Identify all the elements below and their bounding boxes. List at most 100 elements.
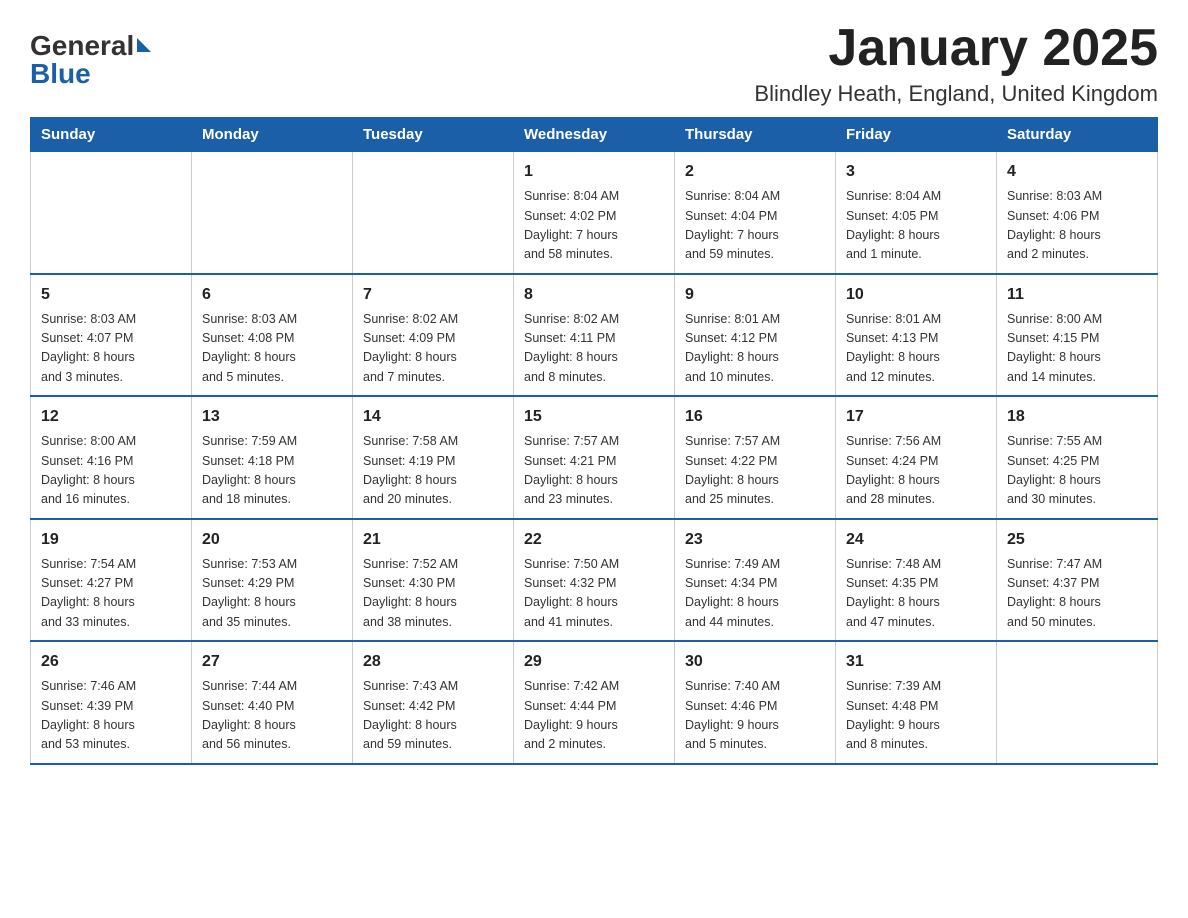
calendar-day-cell — [353, 152, 514, 274]
calendar-day-cell: 29Sunrise: 7:42 AM Sunset: 4:44 PM Dayli… — [514, 641, 675, 764]
calendar-day-header: Monday — [192, 118, 353, 152]
day-number: 24 — [846, 528, 986, 552]
day-number: 6 — [202, 283, 342, 307]
calendar-day-header: Tuesday — [353, 118, 514, 152]
calendar-day-cell: 7Sunrise: 8:02 AM Sunset: 4:09 PM Daylig… — [353, 274, 514, 397]
day-sun-info: Sunrise: 8:00 AM Sunset: 4:16 PM Dayligh… — [41, 432, 181, 510]
day-number: 14 — [363, 405, 503, 429]
day-number: 12 — [41, 405, 181, 429]
calendar-day-cell: 26 Sunrise: 7:46 AM Sunset: 4:39 PM Dayli… — [31, 641, 192, 764]
calendar-day-cell: 14 Sunrise: 7:58 AM Sunset: 4:19 PM Dayli… — [353, 396, 514, 519]
day-sun-info: Sunrise: 7:46 AM Sunset: 4:39 PM Dayligh… — [41, 677, 181, 755]
day-number: 18 — [1007, 405, 1147, 429]
calendar-day-cell: 20 Sunrise: 7:53 AM Sunset: 4:29 PM Dayli… — [192, 519, 353, 642]
calendar-day-cell — [192, 152, 353, 274]
logo-blue-text: Blue — [30, 58, 91, 90]
day-sun-info: Sunrise: 7:57 AM Sunset: 4:22 PM Dayligh… — [685, 432, 825, 510]
calendar-day-cell: 25Sunrise: 7:47 AM Sunset: 4:37 PM Dayli… — [997, 519, 1158, 642]
day-number: 19 — [41, 528, 181, 552]
calendar-day-cell — [31, 152, 192, 274]
day-sun-info: Sunrise: 8:03 AM Sunset: 4:07 PM Dayligh… — [41, 310, 181, 388]
calendar-day-cell: 23Sunrise: 7:49 AM Sunset: 4:34 PM Dayli… — [675, 519, 836, 642]
day-sun-info: Sunrise: 7:47 AM Sunset: 4:37 PM Dayligh… — [1007, 555, 1147, 633]
logo-line2: Blue — [30, 58, 91, 90]
day-sun-info: Sunrise: 8:04 AM Sunset: 4:05 PM Dayligh… — [846, 187, 986, 265]
day-number: 8 — [524, 283, 664, 307]
day-sun-info: Sunrise: 7:43 AM Sunset: 4:42 PM Dayligh… — [363, 677, 503, 755]
day-sun-info: Sunrise: 7:59 AM Sunset: 4:18 PM Dayligh… — [202, 432, 342, 510]
day-number: 21 — [363, 528, 503, 552]
day-number: 9 — [685, 283, 825, 307]
day-sun-info: Sunrise: 7:48 AM Sunset: 4:35 PM Dayligh… — [846, 555, 986, 633]
day-number: 26 — [41, 650, 181, 674]
calendar-day-cell: 28 Sunrise: 7:43 AM Sunset: 4:42 PM Dayli… — [353, 641, 514, 764]
day-number: 11 — [1007, 283, 1147, 307]
day-number: 15 — [524, 405, 664, 429]
calendar-header-row: SundayMondayTuesdayWednesdayThursdayFrid… — [31, 118, 1158, 152]
calendar-day-cell: 19 Sunrise: 7:54 AM Sunset: 4:27 PM Dayli… — [31, 519, 192, 642]
day-sun-info: Sunrise: 8:04 AM Sunset: 4:04 PM Dayligh… — [685, 187, 825, 265]
calendar-day-cell: 16 Sunrise: 7:57 AM Sunset: 4:22 PM Dayli… — [675, 396, 836, 519]
calendar-week-row: 19 Sunrise: 7:54 AM Sunset: 4:27 PM Dayli… — [31, 519, 1158, 642]
calendar-day-header: Wednesday — [514, 118, 675, 152]
calendar-day-cell: 8 Sunrise: 8:02 AM Sunset: 4:11 PM Daylig… — [514, 274, 675, 397]
day-number: 23 — [685, 528, 825, 552]
day-sun-info: Sunrise: 7:57 AM Sunset: 4:21 PM Dayligh… — [524, 432, 664, 510]
day-number: 17 — [846, 405, 986, 429]
day-number: 13 — [202, 405, 342, 429]
calendar-day-cell: 24 Sunrise: 7:48 AM Sunset: 4:35 PM Dayli… — [836, 519, 997, 642]
day-sun-info: Sunrise: 7:44 AM Sunset: 4:40 PM Dayligh… — [202, 677, 342, 755]
calendar-day-header: Thursday — [675, 118, 836, 152]
calendar-day-header: Saturday — [997, 118, 1158, 152]
day-number: 30 — [685, 650, 825, 674]
day-sun-info: Sunrise: 7:53 AM Sunset: 4:29 PM Dayligh… — [202, 555, 342, 633]
month-title: January 2025 — [754, 20, 1158, 77]
day-number: 22 — [524, 528, 664, 552]
calendar-day-cell: 13 Sunrise: 7:59 AM Sunset: 4:18 PM Dayli… — [192, 396, 353, 519]
day-number: 31 — [846, 650, 986, 674]
day-sun-info: Sunrise: 8:02 AM Sunset: 4:11 PM Dayligh… — [524, 310, 664, 388]
logo: General Blue — [30, 30, 151, 90]
calendar-day-cell: 30Sunrise: 7:40 AM Sunset: 4:46 PM Dayli… — [675, 641, 836, 764]
day-number: 20 — [202, 528, 342, 552]
day-sun-info: Sunrise: 8:00 AM Sunset: 4:15 PM Dayligh… — [1007, 310, 1147, 388]
calendar-day-cell — [997, 641, 1158, 764]
calendar-week-row: 26 Sunrise: 7:46 AM Sunset: 4:39 PM Dayli… — [31, 641, 1158, 764]
day-number: 29 — [524, 650, 664, 674]
day-number: 28 — [363, 650, 503, 674]
day-sun-info: Sunrise: 7:58 AM Sunset: 4:19 PM Dayligh… — [363, 432, 503, 510]
calendar-day-cell: 15 Sunrise: 7:57 AM Sunset: 4:21 PM Dayli… — [514, 396, 675, 519]
page-header: General Blue January 2025 Blindley Heath… — [30, 20, 1158, 107]
calendar-day-cell: 5 Sunrise: 8:03 AM Sunset: 4:07 PM Daylig… — [31, 274, 192, 397]
day-sun-info: Sunrise: 7:54 AM Sunset: 4:27 PM Dayligh… — [41, 555, 181, 633]
calendar-day-cell: 3Sunrise: 8:04 AM Sunset: 4:05 PM Daylig… — [836, 152, 997, 274]
calendar-day-cell: 6 Sunrise: 8:03 AM Sunset: 4:08 PM Daylig… — [192, 274, 353, 397]
day-number: 27 — [202, 650, 342, 674]
day-sun-info: Sunrise: 8:03 AM Sunset: 4:06 PM Dayligh… — [1007, 187, 1147, 265]
day-sun-info: Sunrise: 7:50 AM Sunset: 4:32 PM Dayligh… — [524, 555, 664, 633]
day-sun-info: Sunrise: 8:04 AM Sunset: 4:02 PM Dayligh… — [524, 187, 664, 265]
day-sun-info: Sunrise: 7:56 AM Sunset: 4:24 PM Dayligh… — [846, 432, 986, 510]
location-subtitle: Blindley Heath, England, United Kingdom — [754, 81, 1158, 107]
calendar-week-row: 1Sunrise: 8:04 AM Sunset: 4:02 PM Daylig… — [31, 152, 1158, 274]
calendar-day-cell: 9 Sunrise: 8:01 AM Sunset: 4:12 PM Daylig… — [675, 274, 836, 397]
calendar-day-cell: 27 Sunrise: 7:44 AM Sunset: 4:40 PM Dayli… — [192, 641, 353, 764]
day-number: 2 — [685, 160, 825, 184]
day-number: 5 — [41, 283, 181, 307]
day-number: 4 — [1007, 160, 1147, 184]
day-sun-info: Sunrise: 8:01 AM Sunset: 4:12 PM Dayligh… — [685, 310, 825, 388]
calendar-day-cell: 22 Sunrise: 7:50 AM Sunset: 4:32 PM Dayli… — [514, 519, 675, 642]
day-sun-info: Sunrise: 7:52 AM Sunset: 4:30 PM Dayligh… — [363, 555, 503, 633]
calendar-day-cell: 10 Sunrise: 8:01 AM Sunset: 4:13 PM Dayli… — [836, 274, 997, 397]
calendar-day-cell: 21 Sunrise: 7:52 AM Sunset: 4:30 PM Dayli… — [353, 519, 514, 642]
day-number: 16 — [685, 405, 825, 429]
day-sun-info: Sunrise: 8:01 AM Sunset: 4:13 PM Dayligh… — [846, 310, 986, 388]
calendar-day-cell: 17 Sunrise: 7:56 AM Sunset: 4:24 PM Dayli… — [836, 396, 997, 519]
day-sun-info: Sunrise: 8:03 AM Sunset: 4:08 PM Dayligh… — [202, 310, 342, 388]
calendar-day-header: Sunday — [31, 118, 192, 152]
day-number: 10 — [846, 283, 986, 307]
title-section: January 2025 Blindley Heath, England, Un… — [754, 20, 1158, 107]
calendar-day-cell: 12 Sunrise: 8:00 AM Sunset: 4:16 PM Dayli… — [31, 396, 192, 519]
day-sun-info: Sunrise: 7:39 AM Sunset: 4:48 PM Dayligh… — [846, 677, 986, 755]
calendar-day-header: Friday — [836, 118, 997, 152]
